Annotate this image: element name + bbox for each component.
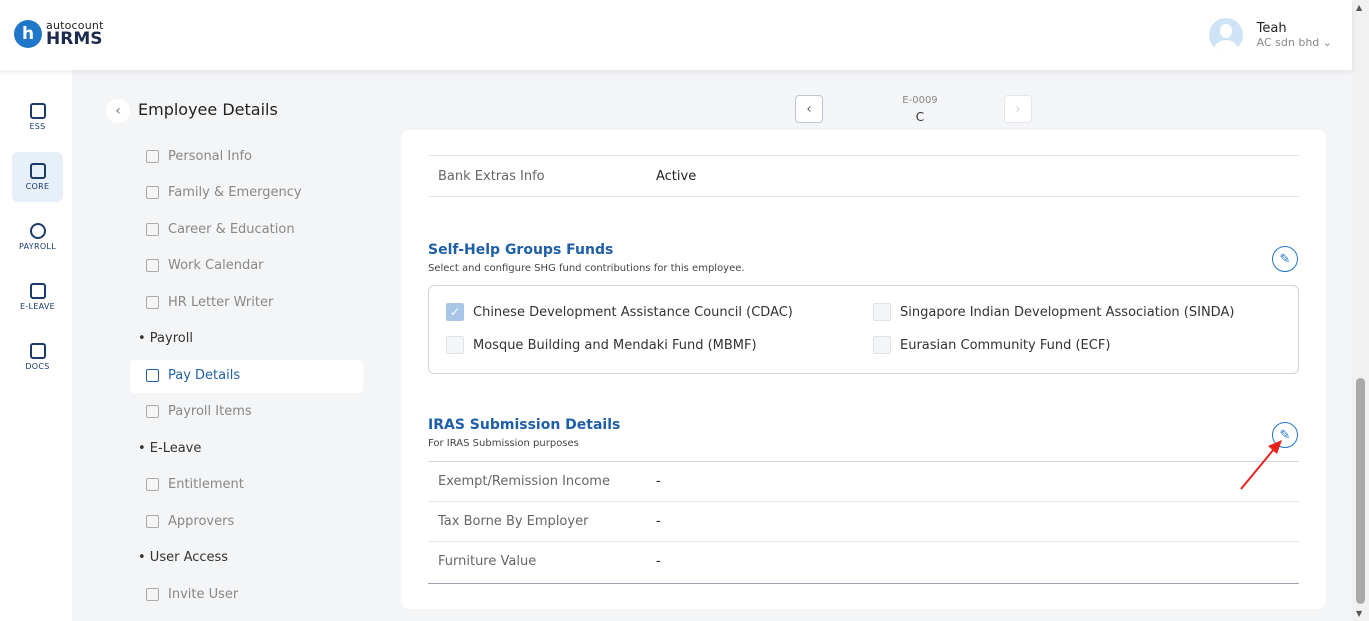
- menu-group-payroll: • Payroll: [138, 331, 193, 346]
- scroll-down-icon[interactable]: ▼: [1356, 609, 1362, 618]
- rail-item-core[interactable]: CORE: [12, 152, 63, 202]
- ess-icon: [29, 103, 46, 119]
- rail-item-ess[interactable]: ESS: [12, 92, 63, 142]
- menu-item-invite-user[interactable]: Invite User: [146, 587, 238, 602]
- module-rail: ESS CORE PAYROLL E-LEAVE DOCS: [0, 70, 72, 621]
- shg-checkbox-mbmf[interactable]: Mosque Building and Mendaki Fund (MBMF): [446, 336, 757, 354]
- iras-row: Exempt/Remission Income -: [428, 462, 1299, 502]
- iras-divider-bottom: [428, 583, 1299, 584]
- shg-section-subtitle: Select and configure SHG fund contributi…: [428, 263, 745, 274]
- bank-extras-value: Active: [656, 169, 697, 184]
- menu-item-hr-letter[interactable]: HR Letter Writer: [146, 295, 273, 310]
- pencil-icon: ✎: [1279, 251, 1291, 267]
- page-title: Employee Details: [138, 100, 278, 119]
- bank-extras-row: Bank Extras Info Active: [428, 157, 1299, 197]
- menu-group-user-access: • User Access: [138, 550, 229, 565]
- rail-item-payroll[interactable]: PAYROLL: [12, 212, 63, 262]
- page-scrollbar[interactable]: ▲ ▼: [1352, 0, 1369, 621]
- menu-item-pay-details[interactable]: Pay Details: [146, 368, 240, 383]
- chevron-left-icon: ‹: [115, 103, 121, 119]
- user-plus-icon: [146, 588, 159, 601]
- company-selector[interactable]: AC sdn bhd ⌄: [1257, 36, 1332, 49]
- logo-big-text: HRMS: [46, 29, 103, 49]
- checkbox-empty-icon: [873, 303, 891, 321]
- letter-icon: [146, 296, 159, 309]
- checkbox-checked-icon: ✓: [446, 303, 464, 321]
- shg-checkbox-cdac[interactable]: ✓ Chinese Development Assistance Council…: [446, 303, 793, 321]
- partial-row: [428, 116, 1299, 156]
- id-card-icon: [146, 150, 159, 163]
- menu-item-career[interactable]: Career & Education: [146, 222, 295, 237]
- shg-edit-button[interactable]: ✎: [1272, 246, 1298, 272]
- bank-extras-label: Bank Extras Info: [438, 169, 545, 184]
- payroll-icon: [29, 223, 46, 239]
- rail-item-docs[interactable]: DOCS: [12, 332, 63, 382]
- scroll-up-icon[interactable]: ▲: [1356, 3, 1362, 12]
- iras-edit-button[interactable]: ✎: [1272, 422, 1298, 448]
- bank-icon: [146, 369, 159, 382]
- rail-item-eleave[interactable]: E-LEAVE: [12, 272, 63, 322]
- chevron-right-icon: ›: [1015, 101, 1021, 117]
- menu-item-work-calendar[interactable]: Work Calendar: [146, 258, 264, 273]
- top-bar: h autocount HRMS Teah AC sdn bhd ⌄: [0, 0, 1352, 70]
- iras-row: Furniture Value -: [438, 554, 661, 569]
- briefcase-icon: [146, 223, 159, 236]
- menu-item-approvers[interactable]: Approvers: [146, 514, 234, 529]
- back-button[interactable]: ‹: [106, 99, 130, 123]
- menu-item-payroll-items[interactable]: Payroll Items: [146, 404, 252, 419]
- shg-options-box: [428, 285, 1299, 374]
- checkbox-empty-icon: [446, 336, 464, 354]
- chevron-left-icon: ‹: [806, 101, 812, 117]
- calendar-icon: [29, 283, 46, 299]
- people-icon: [146, 186, 159, 199]
- calendar-check-icon: [146, 478, 159, 491]
- user-menu[interactable]: Teah AC sdn bhd ⌄: [1208, 18, 1332, 52]
- menu-item-personal-info[interactable]: Personal Info: [146, 149, 252, 164]
- logo-mark: h: [14, 20, 42, 48]
- calendar-icon: [146, 259, 159, 272]
- avatar: [1208, 18, 1243, 52]
- user-check-icon: [146, 515, 159, 528]
- shg-section-title: Self-Help Groups Funds: [428, 242, 614, 258]
- menu-item-family[interactable]: Family & Emergency: [146, 185, 302, 200]
- menu-group-eleave: • E-Leave: [138, 441, 202, 456]
- core-icon: [29, 163, 46, 179]
- payroll-items-icon: [146, 405, 159, 418]
- app-logo[interactable]: h autocount HRMS: [14, 20, 104, 48]
- pencil-icon: ✎: [1279, 427, 1291, 443]
- shg-checkbox-sinda[interactable]: Singapore Indian Development Association…: [873, 303, 1234, 321]
- employee-code: E-0009: [902, 95, 938, 106]
- checkbox-empty-icon: [873, 336, 891, 354]
- iras-section-title: IRAS Submission Details: [428, 417, 621, 433]
- menu-item-entitlement[interactable]: Entitlement: [146, 477, 244, 492]
- iras-section-subtitle: For IRAS Submission purposes: [428, 438, 579, 449]
- docs-icon: [29, 343, 46, 359]
- iras-row: Tax Borne By Employer -: [428, 502, 1299, 542]
- scroll-thumb[interactable]: [1356, 378, 1365, 604]
- user-name: Teah: [1256, 20, 1287, 36]
- shg-checkbox-ecf[interactable]: Eurasian Community Fund (ECF): [873, 336, 1110, 354]
